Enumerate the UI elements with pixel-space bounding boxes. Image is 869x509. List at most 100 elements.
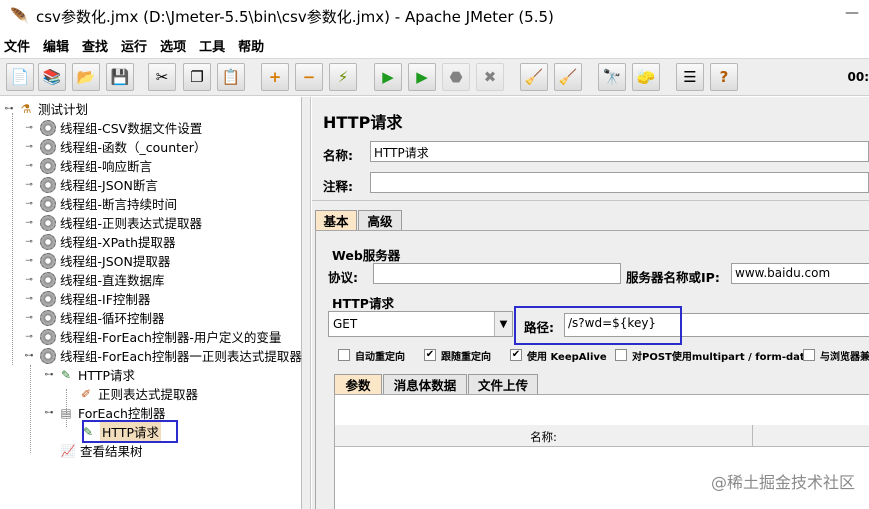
tab-body-data[interactable]: 消息体数据 bbox=[383, 374, 467, 394]
expand-toggle-icon[interactable]: ⊸ bbox=[24, 294, 34, 304]
panel-title: HTTP请求 bbox=[323, 113, 403, 132]
stop-icon[interactable]: ⬣ bbox=[442, 63, 470, 91]
comment-field[interactable] bbox=[370, 172, 869, 193]
tree-item-thread-group-expanded[interactable]: ⊶ 线程组-ForEach控制器一正则表达式提取器 bbox=[24, 346, 302, 365]
expand-toggle-icon[interactable]: ⊸ bbox=[24, 332, 34, 342]
menu-file[interactable]: 文件 bbox=[4, 36, 30, 55]
expand-toggle-icon[interactable]: ⊸ bbox=[24, 180, 34, 190]
expand-toggle-icon[interactable]: ⊸ bbox=[24, 313, 34, 323]
reset-search-icon[interactable]: 🧽 bbox=[632, 63, 660, 91]
expand-toggle-icon[interactable]: ⊸ bbox=[24, 199, 34, 209]
server-label: 服务器名称或IP: bbox=[626, 270, 720, 285]
save-icon[interactable]: 💾 bbox=[106, 63, 134, 91]
clear-all-icon[interactable]: 🧹 bbox=[554, 63, 582, 91]
checkbox-label: 跟随重定向 bbox=[441, 351, 491, 363]
minimize-button[interactable]: — bbox=[845, 5, 859, 21]
http-request-title: HTTP请求 bbox=[332, 296, 394, 311]
menu-bar: 文件 编辑 查找 运行 选项 工具 帮助 bbox=[0, 34, 277, 56]
controller-icon: ▤ bbox=[60, 405, 72, 420]
toggle-icon[interactable]: ⚡ bbox=[329, 63, 357, 91]
method-value: GET bbox=[333, 317, 358, 331]
tree-item-thread-group[interactable]: ⊸ 线程组-IF控制器 bbox=[24, 289, 150, 308]
cut-icon[interactable]: ✂ bbox=[148, 63, 176, 91]
follow-redirects-checkbox[interactable]: ✔ 跟随重定向 bbox=[424, 347, 491, 363]
tree-item-thread-group[interactable]: ⊸ 线程组-函数（_counter） bbox=[24, 137, 206, 156]
browser-compatible-checkbox[interactable]: 与浏览器兼 bbox=[803, 347, 869, 363]
checkbox-box bbox=[615, 349, 627, 361]
expand-toggle-icon[interactable]: ⊸ bbox=[24, 123, 34, 133]
tree-item-thread-group[interactable]: ⊸ 线程组-断言持续时间 bbox=[24, 194, 177, 213]
menu-search[interactable]: 查找 bbox=[82, 36, 108, 55]
tree-item-label: 线程组-断言持续时间 bbox=[60, 197, 178, 212]
expand-toggle-icon[interactable]: ⊸ bbox=[24, 256, 34, 266]
checkbox-label: 自动重定向 bbox=[355, 351, 405, 363]
tab-file-upload[interactable]: 文件上传 bbox=[468, 374, 538, 394]
tree-item-label: 线程组-ForEach控制器一正则表达式提取器 bbox=[60, 349, 302, 364]
keepalive-checkbox[interactable]: ✔ 使用 KeepAlive bbox=[510, 347, 607, 363]
function-helper-icon[interactable]: ☰ bbox=[676, 63, 704, 91]
tree-item-thread-group[interactable]: ⊸ 线程组-循环控制器 bbox=[24, 308, 165, 327]
collapse-toggle-icon[interactable]: ⊶ bbox=[44, 408, 54, 418]
expand-toggle-icon[interactable]: ⊸ bbox=[24, 218, 34, 228]
collapse-toggle-icon[interactable]: ⊶ bbox=[44, 370, 54, 380]
collapse-icon[interactable]: − bbox=[295, 63, 323, 91]
method-select[interactable]: GET ▼ bbox=[328, 311, 513, 337]
tree-item-thread-group[interactable]: ⊸ 线程组-JSON提取器 bbox=[24, 251, 170, 270]
column-name: 名称: bbox=[335, 425, 753, 446]
clear-icon[interactable]: 🧹 bbox=[520, 63, 548, 91]
expand-icon[interactable]: + bbox=[261, 63, 289, 91]
tree-item-thread-group[interactable]: ⊸ 线程组-正则表达式提取器 bbox=[24, 213, 202, 232]
tab-basic[interactable]: 基本 bbox=[315, 210, 357, 230]
menu-tools[interactable]: 工具 bbox=[199, 36, 225, 55]
checkbox-box bbox=[338, 349, 350, 361]
tree-item-thread-group[interactable]: ⊸ 线程组-XPath提取器 bbox=[24, 232, 176, 251]
panel-splitter[interactable] bbox=[302, 97, 311, 509]
menu-run[interactable]: 运行 bbox=[121, 36, 147, 55]
tree-item-http-request[interactable]: ⊶ ✎ HTTP请求 bbox=[44, 365, 136, 384]
tree-item-thread-group[interactable]: ⊸ 线程组-ForEach控制器-用户定义的变量 bbox=[24, 327, 281, 346]
new-icon[interactable]: 📄 bbox=[6, 63, 34, 91]
tab-parameters[interactable]: 参数 bbox=[334, 374, 382, 394]
tree-item-thread-group[interactable]: ⊸ 线程组-直连数据库 bbox=[24, 270, 165, 289]
name-field[interactable]: HTTP请求 bbox=[370, 141, 869, 162]
paste-icon[interactable]: 📋 bbox=[217, 63, 245, 91]
test-plan-tree: ⊶ ⚗ 测试计划 ⊸ 线程组-CSV数据文件设置 ⊸ 线程组-函数（_count… bbox=[0, 97, 302, 509]
tree-item-label: 线程组-直连数据库 bbox=[60, 273, 165, 288]
thread-group-gear-icon bbox=[40, 233, 56, 250]
search-icon[interactable]: 🔭 bbox=[598, 63, 626, 91]
shutdown-icon[interactable]: ✖ bbox=[476, 63, 504, 91]
tree-item-label: 线程组-JSON提取器 bbox=[60, 254, 171, 269]
chevron-down-icon[interactable]: ▼ bbox=[494, 312, 512, 336]
expand-toggle-icon[interactable]: ⊸ bbox=[24, 142, 34, 152]
auto-redirect-checkbox[interactable]: 自动重定向 bbox=[338, 347, 405, 363]
start-no-pause-icon[interactable]: ▶ bbox=[408, 63, 436, 91]
tree-item-thread-group[interactable]: ⊸ 线程组-响应断言 bbox=[24, 156, 152, 175]
tree-item-regex-extractor[interactable]: ✐ 正则表达式提取器 bbox=[78, 384, 198, 403]
collapse-toggle-icon[interactable]: ⊶ bbox=[4, 104, 14, 114]
tree-item-label: 线程组-函数（_counter） bbox=[60, 140, 207, 155]
open-icon[interactable]: 📂 bbox=[72, 63, 100, 91]
expand-toggle-icon[interactable]: ⊸ bbox=[24, 275, 34, 285]
multipart-checkbox[interactable]: 对POST使用multipart / form-data bbox=[615, 347, 811, 363]
copy-icon[interactable]: ❐ bbox=[183, 63, 211, 91]
menu-help[interactable]: 帮助 bbox=[238, 36, 264, 55]
server-field[interactable]: www.baidu.com bbox=[731, 263, 869, 284]
comment-label: 注释: bbox=[323, 179, 353, 194]
checkbox-box bbox=[803, 349, 815, 361]
expand-toggle-icon[interactable]: ⊸ bbox=[24, 161, 34, 171]
protocol-field[interactable] bbox=[373, 263, 621, 284]
tree-item-thread-group[interactable]: ⊸ 线程组-CSV数据文件设置 bbox=[24, 118, 202, 137]
tree-item-view-results-tree[interactable]: 📈 查看结果树 bbox=[60, 441, 143, 460]
tree-item-test-plan[interactable]: ⊶ ⚗ 测试计划 bbox=[4, 99, 89, 118]
menu-options[interactable]: 选项 bbox=[160, 36, 186, 55]
tab-advanced[interactable]: 高级 bbox=[358, 210, 402, 230]
expand-toggle-icon[interactable]: ⊸ bbox=[24, 237, 34, 247]
start-icon[interactable]: ▶ bbox=[374, 63, 402, 91]
tree-item-thread-group[interactable]: ⊸ 线程组-JSON断言 bbox=[24, 175, 158, 194]
help-icon[interactable]: ? bbox=[710, 63, 738, 91]
templates-icon[interactable]: 📚 bbox=[38, 63, 66, 91]
tree-item-label: 线程组-IF控制器 bbox=[60, 292, 151, 307]
checkbox-label: 使用 KeepAlive bbox=[527, 351, 607, 363]
collapse-toggle-icon[interactable]: ⊶ bbox=[24, 351, 34, 361]
menu-edit[interactable]: 编辑 bbox=[43, 36, 69, 55]
